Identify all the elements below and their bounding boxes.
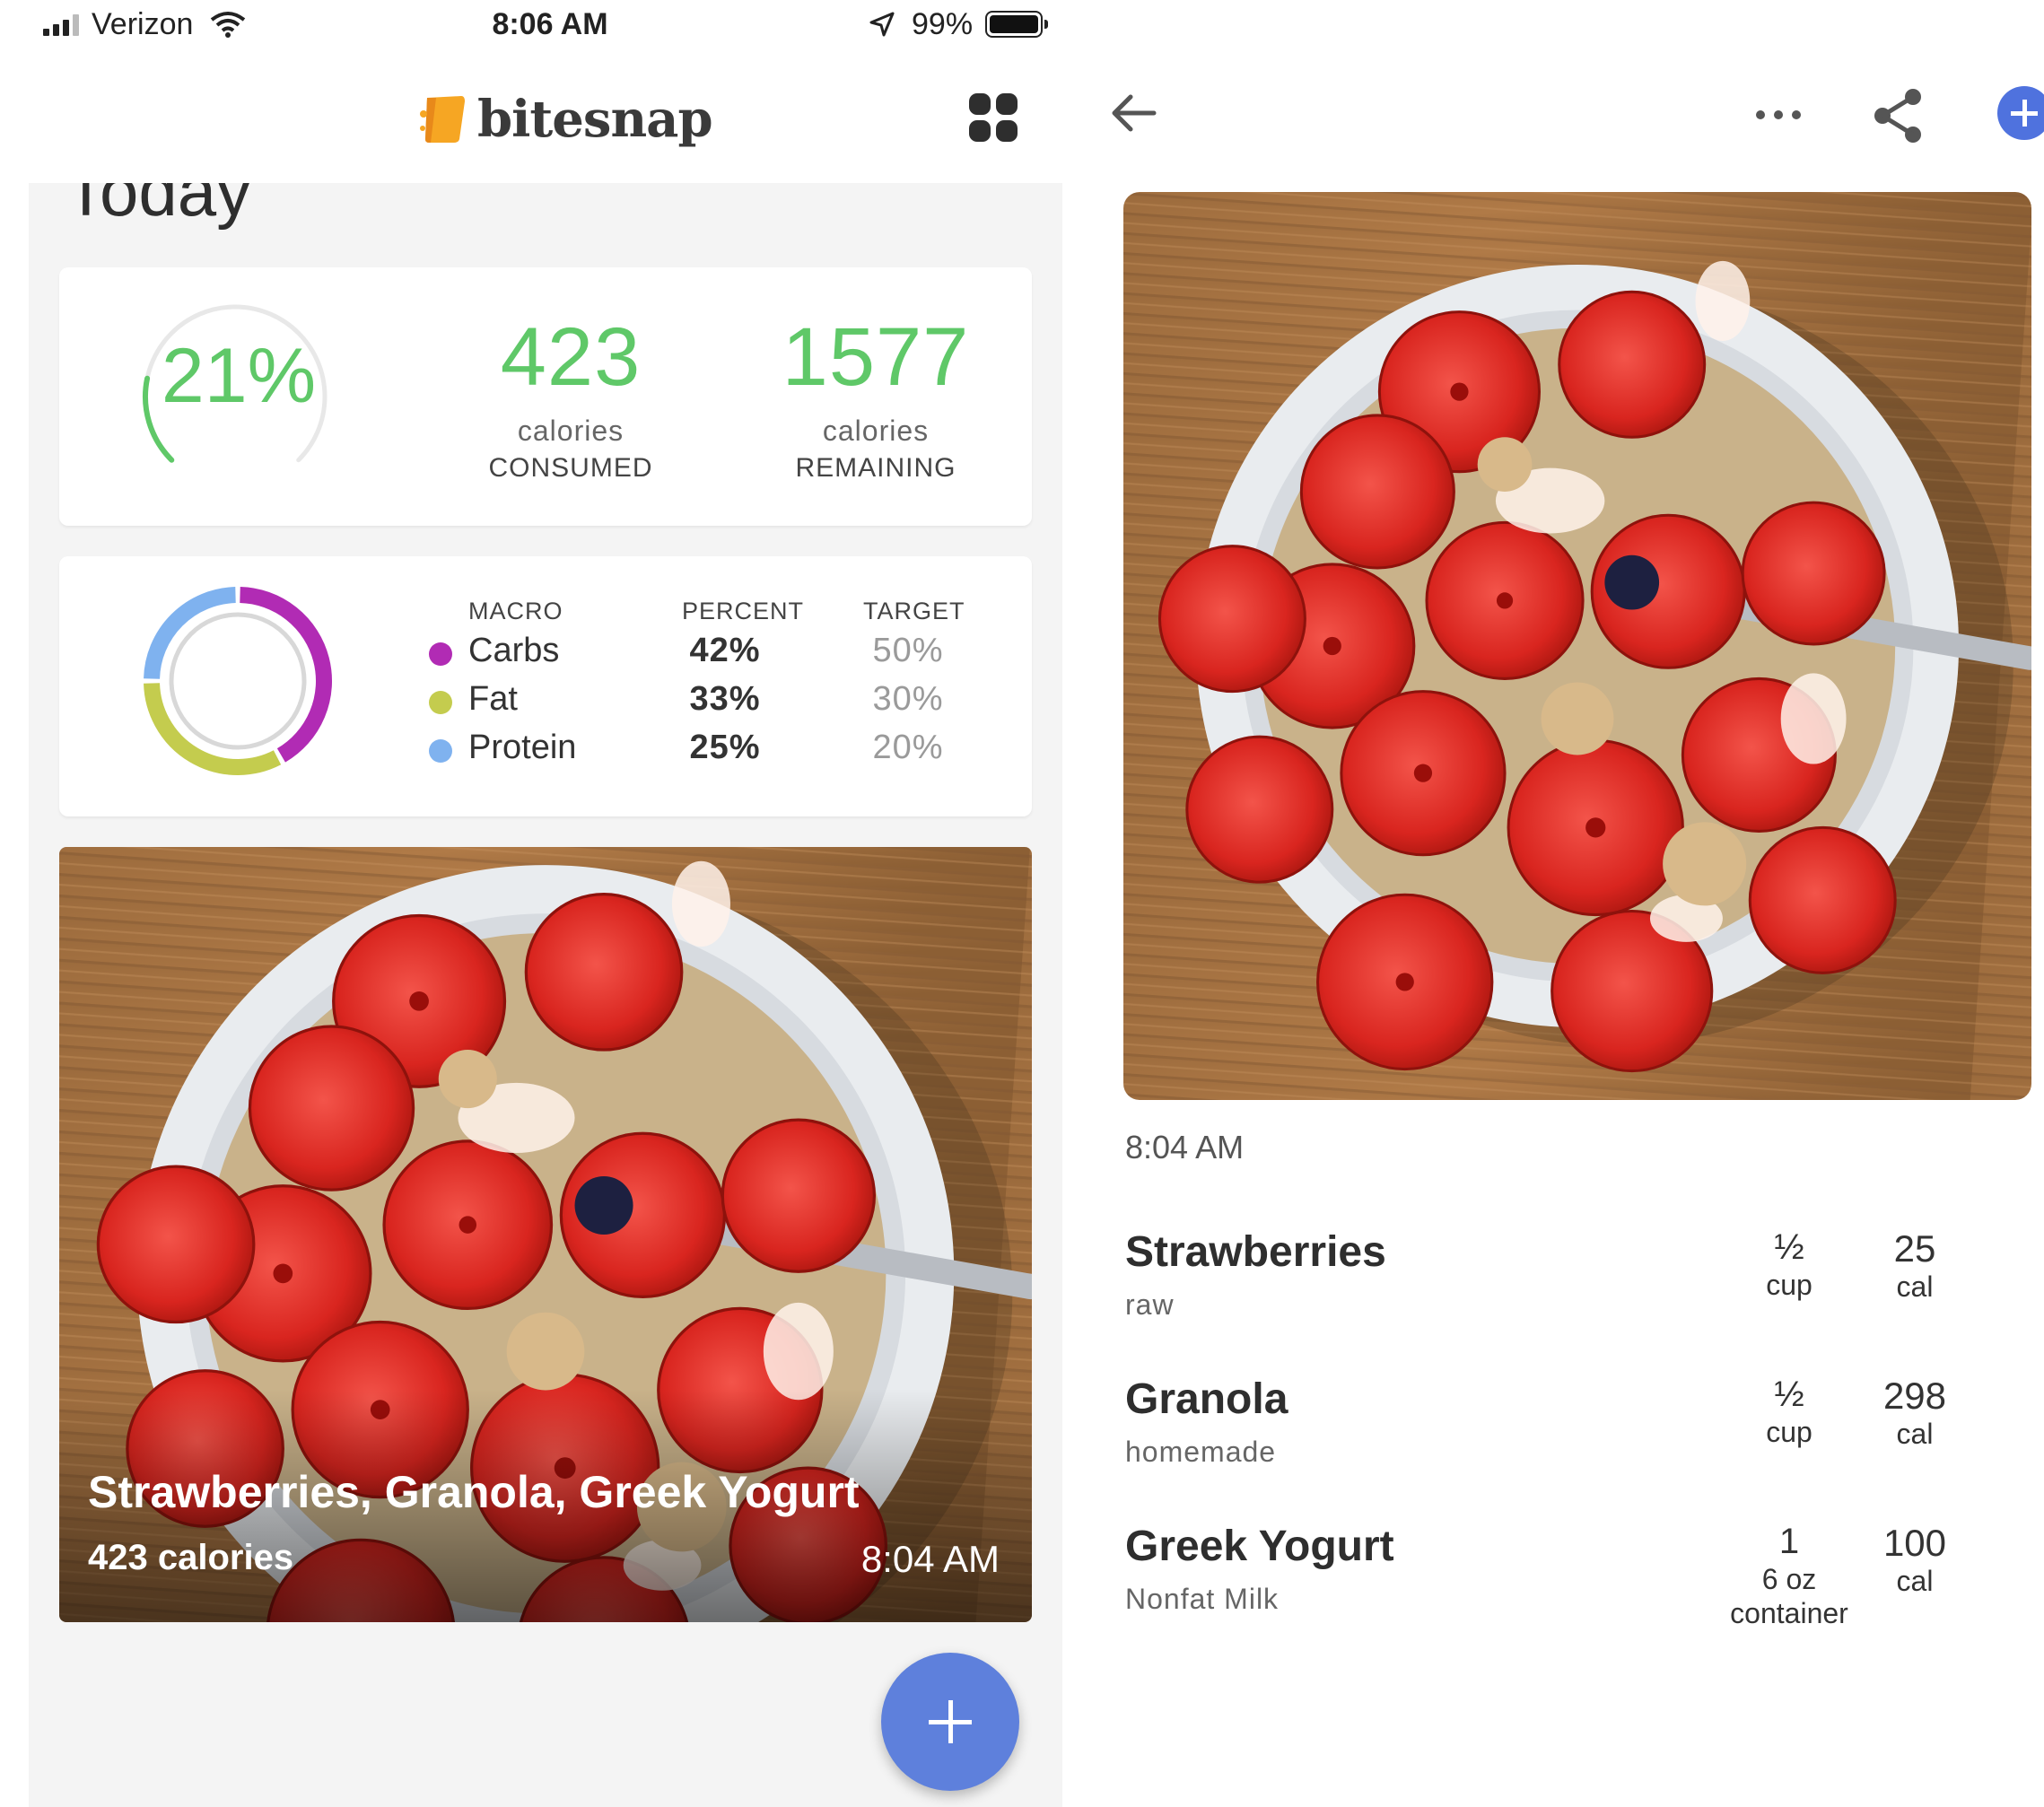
status-bar: Verizon 8:06 AM 99% (0, 0, 1062, 54)
app-logo: bitesnap (418, 90, 713, 149)
add-meal-button[interactable] (881, 1653, 1019, 1791)
macro-percent: 33% (689, 680, 761, 718)
battery-percent: 99% (912, 7, 974, 41)
meal-detail-screen: 8:04 AM Strawberries raw ½ cup 25 cal Gr… (1062, 0, 2044, 1807)
food-name: Strawberries (1125, 1228, 1386, 1276)
macro-target: 50% (872, 632, 944, 669)
food-item-greek-yogurt[interactable]: Greek Yogurt Nonfat Milk 1 6 oz containe… (1125, 1522, 2040, 1647)
food-quantity: ½ cup (1766, 1375, 1813, 1448)
fat-dot (429, 691, 452, 714)
macro-name: Protein (468, 729, 577, 766)
macro-percent: 25% (689, 729, 761, 766)
macro-row-carbs: Carbs 42% 50% (429, 628, 1039, 677)
consumed-value: 423 (500, 311, 642, 403)
food-calories: 25 cal (1893, 1227, 1936, 1303)
page-title: Today (65, 183, 252, 231)
target-header: TARGET (863, 598, 965, 624)
remaining-unit: calories (822, 415, 930, 447)
food-quantity: 1 6 oz container (1730, 1522, 1848, 1629)
macro-header: MACRO (468, 598, 563, 624)
location-icon (869, 12, 895, 37)
remaining-stat: 1577 calories REMAINING (741, 314, 1010, 484)
remaining-value: 1577 (782, 311, 970, 403)
food-name: Granola (1125, 1375, 1288, 1423)
macro-row-protein: Protein 25% 20% (429, 725, 1039, 773)
percent-header: PERCENT (682, 598, 805, 624)
food-name: Greek Yogurt (1125, 1523, 1394, 1570)
food-item-granola[interactable]: Granola homemade ½ cup 298 cal (1125, 1375, 2040, 1500)
food-calories: 100 cal (1882, 1522, 1947, 1597)
consumed-unit: calories (517, 415, 625, 447)
meal-time: 8:04 AM (860, 1538, 1000, 1580)
remaining-label: REMAINING (795, 453, 956, 483)
consumed-label: CONSUMED (488, 453, 653, 483)
today-feed[interactable]: Today 21% 423 calories CONSUMED 1577 cal… (29, 183, 1062, 1807)
donut-segment-fat (144, 683, 282, 775)
back-arrow-icon[interactable] (1107, 86, 1161, 140)
share-icon[interactable] (1872, 86, 1926, 145)
battery-icon (985, 11, 1048, 38)
food-quantity: ½ cup (1766, 1227, 1813, 1301)
consumed-stat: 423 calories CONSUMED (436, 314, 705, 484)
app-header: bitesnap (0, 72, 1062, 183)
add-icon[interactable] (1997, 86, 2044, 140)
macro-target: 30% (872, 680, 944, 718)
grid-icon[interactable] (969, 93, 1018, 142)
macro-name: Carbs (468, 632, 560, 669)
meal-title: Strawberries, Granola, Greek Yogurt (88, 1467, 860, 1517)
bitesnap-logo-icon (420, 96, 465, 143)
more-icon[interactable] (1751, 97, 1805, 133)
meal-calories: 423 calories (88, 1538, 294, 1577)
home-screen: Verizon 8:06 AM 99% bitesnap Today 21% 4… (0, 0, 1062, 1807)
food-desc: raw (1125, 1288, 1175, 1321)
macro-name: Fat (468, 680, 518, 718)
macro-percent: 42% (689, 632, 761, 669)
meal-card[interactable]: Strawberries, Granola, Greek Yogurt 423 … (59, 847, 1032, 1622)
food-calories: 298 cal (1882, 1375, 1947, 1450)
detail-photo (1123, 192, 2031, 1100)
donut-segment-protein (144, 587, 236, 679)
macro-row-fat: Fat 33% 30% (429, 677, 1039, 725)
protein-dot (429, 739, 452, 763)
food-desc: Nonfat Milk (1125, 1583, 1280, 1615)
food-desc: homemade (1125, 1436, 1277, 1468)
donut-inner-ring (169, 612, 307, 750)
food-item-strawberries[interactable]: Strawberries raw ½ cup 25 cal (1125, 1227, 2040, 1353)
app-name: bitesnap (477, 90, 713, 149)
calorie-percent: 21% (161, 333, 317, 419)
calorie-summary-card[interactable]: 21% 423 calories CONSUMED 1577 calories … (59, 267, 1032, 526)
detail-time: 8:04 AM (1125, 1129, 1245, 1165)
carbs-dot (429, 642, 452, 666)
macro-target: 20% (872, 729, 944, 766)
macro-card[interactable]: MACRO PERCENT TARGET Carbs 42% 50% Fat 3… (59, 556, 1032, 816)
macro-donut-chart (144, 587, 332, 775)
